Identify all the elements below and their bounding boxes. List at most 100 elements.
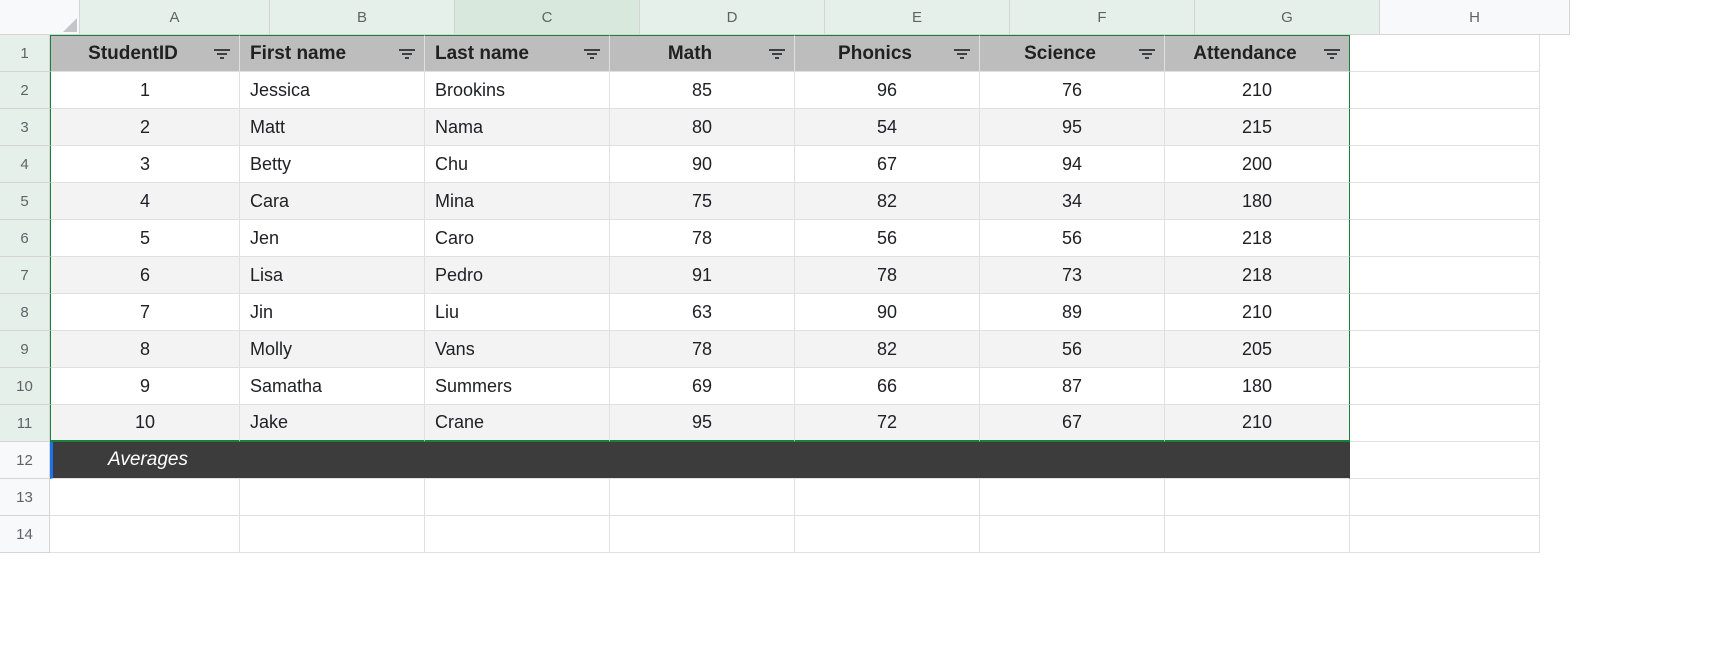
- cell-lastname[interactable]: Summers: [425, 368, 610, 405]
- cellH6[interactable]: [1350, 220, 1540, 257]
- cell-phonics[interactable]: 78: [795, 257, 980, 294]
- cell-science[interactable]: 89: [980, 294, 1165, 331]
- cell-science[interactable]: 34: [980, 183, 1165, 220]
- cellH5[interactable]: [1350, 183, 1540, 220]
- cellA13[interactable]: [50, 479, 240, 516]
- cell-studentid[interactable]: 1: [50, 72, 240, 109]
- cell-math[interactable]: 91: [610, 257, 795, 294]
- row-header-2[interactable]: 2: [0, 72, 50, 109]
- cellD1[interactable]: Math: [610, 35, 795, 72]
- cell-attendance[interactable]: 210: [1165, 72, 1350, 109]
- cell-firstname[interactable]: Matt: [240, 109, 425, 146]
- col-header-D[interactable]: D: [640, 0, 825, 35]
- cell-attendance[interactable]: 180: [1165, 183, 1350, 220]
- cell-firstname[interactable]: Jake: [240, 405, 425, 442]
- cell-lastname[interactable]: Nama: [425, 109, 610, 146]
- cell-attendance[interactable]: 210: [1165, 405, 1350, 442]
- cell-science[interactable]: 76: [980, 72, 1165, 109]
- col-header-G[interactable]: G: [1195, 0, 1380, 35]
- row-header-9[interactable]: 9: [0, 331, 50, 368]
- cellC13[interactable]: [425, 479, 610, 516]
- cell-phonics[interactable]: 82: [795, 331, 980, 368]
- cell-lastname[interactable]: Vans: [425, 331, 610, 368]
- cell-science[interactable]: 73: [980, 257, 1165, 294]
- col-header-F[interactable]: F: [1010, 0, 1195, 35]
- cellE13[interactable]: [795, 479, 980, 516]
- cell-lastname[interactable]: Brookins: [425, 72, 610, 109]
- cell-math[interactable]: 78: [610, 331, 795, 368]
- cell-firstname[interactable]: Jin: [240, 294, 425, 331]
- cell-phonics[interactable]: 96: [795, 72, 980, 109]
- cellE14[interactable]: [795, 516, 980, 553]
- col-header-A[interactable]: A: [80, 0, 270, 35]
- cell-attendance[interactable]: 200: [1165, 146, 1350, 183]
- cell-studentid[interactable]: 6: [50, 257, 240, 294]
- filter-icon[interactable]: [768, 46, 786, 62]
- cellF1[interactable]: Science: [980, 35, 1165, 72]
- cell-science[interactable]: 67: [980, 405, 1165, 442]
- cellG1[interactable]: Attendance: [1165, 35, 1350, 72]
- cell-phonics[interactable]: 66: [795, 368, 980, 405]
- averages-merged-cell[interactable]: Averages: [50, 442, 1350, 479]
- cell-attendance[interactable]: 218: [1165, 220, 1350, 257]
- row-header-6[interactable]: 6: [0, 220, 50, 257]
- row-header-14[interactable]: 14: [0, 516, 50, 553]
- cell-lastname[interactable]: Chu: [425, 146, 610, 183]
- cellH2[interactable]: [1350, 72, 1540, 109]
- cellG13[interactable]: [1165, 479, 1350, 516]
- cellD13[interactable]: [610, 479, 795, 516]
- cellH10[interactable]: [1350, 368, 1540, 405]
- cellB1[interactable]: First name: [240, 35, 425, 72]
- cell-attendance[interactable]: 180: [1165, 368, 1350, 405]
- cell-math[interactable]: 85: [610, 72, 795, 109]
- cell-firstname[interactable]: Jen: [240, 220, 425, 257]
- row-header-3[interactable]: 3: [0, 109, 50, 146]
- col-header-B[interactable]: B: [270, 0, 455, 35]
- cell-studentid[interactable]: 9: [50, 368, 240, 405]
- cell-lastname[interactable]: Pedro: [425, 257, 610, 294]
- cell-studentid[interactable]: 8: [50, 331, 240, 368]
- cell-lastname[interactable]: Mina: [425, 183, 610, 220]
- cellE1[interactable]: Phonics: [795, 35, 980, 72]
- cellF13[interactable]: [980, 479, 1165, 516]
- cellH14[interactable]: [1350, 516, 1540, 553]
- cell-studentid[interactable]: 3: [50, 146, 240, 183]
- cell-math[interactable]: 69: [610, 368, 795, 405]
- cell-firstname[interactable]: Molly: [240, 331, 425, 368]
- cellH7[interactable]: [1350, 257, 1540, 294]
- cell-math[interactable]: 63: [610, 294, 795, 331]
- col-header-H[interactable]: H: [1380, 0, 1570, 35]
- col-header-E[interactable]: E: [825, 0, 1010, 35]
- row-header-5[interactable]: 5: [0, 183, 50, 220]
- filter-icon[interactable]: [1138, 46, 1156, 62]
- filter-icon[interactable]: [953, 46, 971, 62]
- cellA14[interactable]: [50, 516, 240, 553]
- cell-firstname[interactable]: Lisa: [240, 257, 425, 294]
- select-all-corner[interactable]: [0, 0, 80, 35]
- cell-firstname[interactable]: Cara: [240, 183, 425, 220]
- row-header-7[interactable]: 7: [0, 257, 50, 294]
- cell-science[interactable]: 56: [980, 331, 1165, 368]
- cell-math[interactable]: 95: [610, 405, 795, 442]
- filter-icon[interactable]: [398, 46, 416, 62]
- cellC1[interactable]: Last name: [425, 35, 610, 72]
- cellH12[interactable]: [1350, 442, 1540, 479]
- row-header-10[interactable]: 10: [0, 368, 50, 405]
- cell-firstname[interactable]: Jessica: [240, 72, 425, 109]
- cell-math[interactable]: 90: [610, 146, 795, 183]
- cell-attendance[interactable]: 210: [1165, 294, 1350, 331]
- cell-studentid[interactable]: 5: [50, 220, 240, 257]
- cellH13[interactable]: [1350, 479, 1540, 516]
- cell-attendance[interactable]: 205: [1165, 331, 1350, 368]
- cell-firstname[interactable]: Samatha: [240, 368, 425, 405]
- cellH9[interactable]: [1350, 331, 1540, 368]
- cell-studentid[interactable]: 7: [50, 294, 240, 331]
- cell-science[interactable]: 95: [980, 109, 1165, 146]
- cell-studentid[interactable]: 4: [50, 183, 240, 220]
- cell-lastname[interactable]: Crane: [425, 405, 610, 442]
- filter-icon[interactable]: [213, 46, 231, 62]
- cell-phonics[interactable]: 90: [795, 294, 980, 331]
- row-header-12[interactable]: 12: [0, 442, 50, 479]
- cell-phonics[interactable]: 72: [795, 405, 980, 442]
- cell-attendance[interactable]: 215: [1165, 109, 1350, 146]
